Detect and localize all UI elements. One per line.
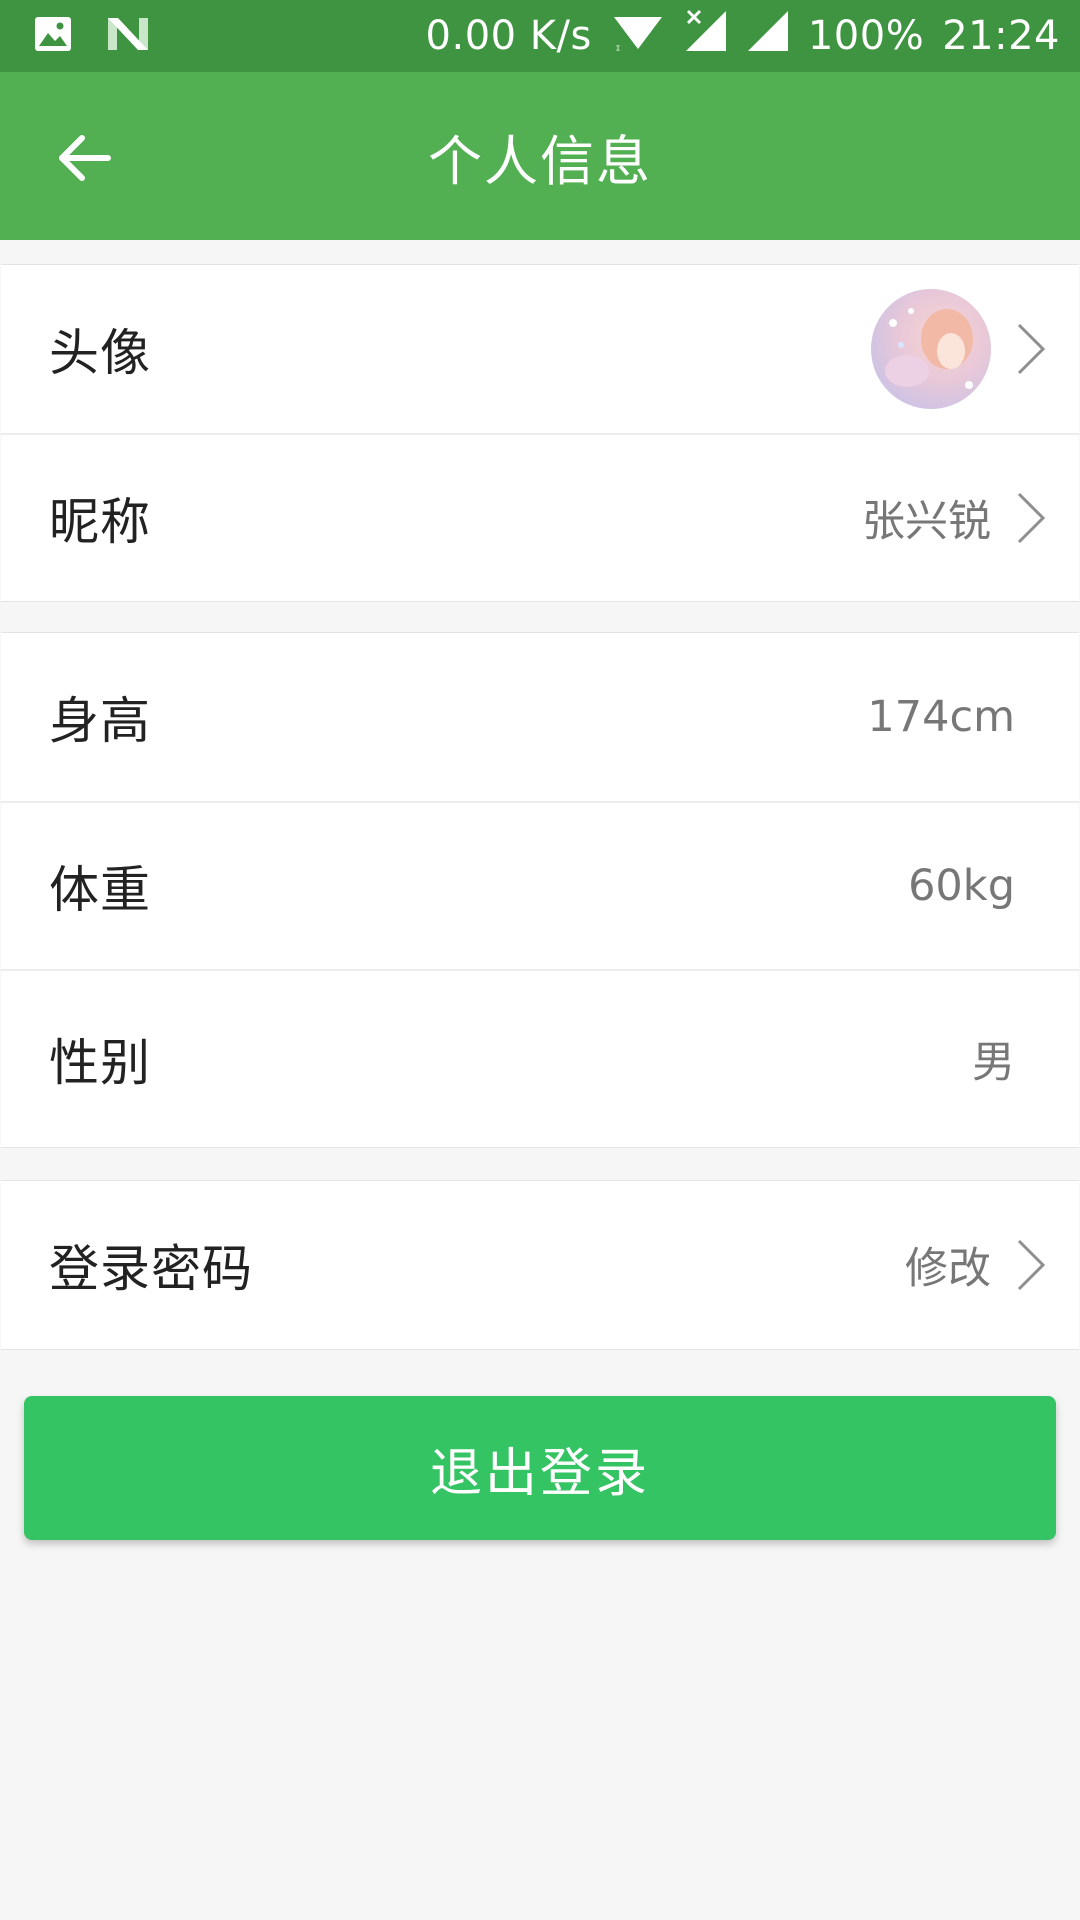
image-notification-icon: [34, 16, 72, 56]
battery-level: 100%: [807, 13, 925, 59]
avatar-row[interactable]: 头像: [1, 265, 1079, 433]
chevron-right-icon: [1003, 478, 1059, 558]
gender-label: 性别: [49, 1034, 151, 1092]
password-change-action: 修改: [905, 1244, 991, 1294]
status-bar: 0.00 K/s 100% 21:24: [0, 0, 1080, 72]
gender-row: 性别 男: [1, 969, 1079, 1147]
password-label: 登录密码: [49, 1240, 253, 1298]
app-bar: 个人信息: [0, 72, 1080, 240]
weight-value: 60kg: [908, 861, 1015, 911]
chevron-right-icon: [1003, 309, 1059, 389]
clock: 21:24: [942, 13, 1060, 59]
profile-group: 头像 昵称 张兴锐: [1, 264, 1079, 602]
network-speed: 0.00 K/s: [425, 13, 592, 59]
logout-button[interactable]: 退出登录: [24, 1396, 1056, 1540]
password-row[interactable]: 登录密码 修改: [1, 1181, 1079, 1349]
security-group: 登录密码 修改: [1, 1180, 1079, 1350]
height-row: 身高 174cm: [1, 633, 1079, 801]
arrow-left-icon: [56, 133, 112, 187]
body-info-group: 身高 174cm 体重 60kg 性别 男: [1, 632, 1079, 1148]
nickname-row[interactable]: 昵称 张兴锐: [1, 433, 1079, 601]
signal-no-data-icon: [684, 9, 728, 63]
avatar-label: 头像: [49, 324, 151, 382]
n-notification-icon: [106, 16, 150, 56]
avatar: [871, 289, 991, 409]
nickname-value: 张兴锐: [862, 497, 991, 547]
gender-value: 男: [972, 1038, 1015, 1088]
height-label: 身高: [49, 692, 151, 750]
nickname-label: 昵称: [49, 493, 151, 551]
weight-row: 体重 60kg: [1, 801, 1079, 969]
page-title: 个人信息: [428, 129, 652, 193]
wifi-icon: [610, 9, 666, 63]
signal-icon: [746, 9, 790, 63]
weight-label: 体重: [49, 861, 151, 919]
chevron-right-icon: [1003, 1225, 1059, 1305]
height-value: 174cm: [867, 692, 1015, 742]
back-button[interactable]: [40, 116, 128, 204]
